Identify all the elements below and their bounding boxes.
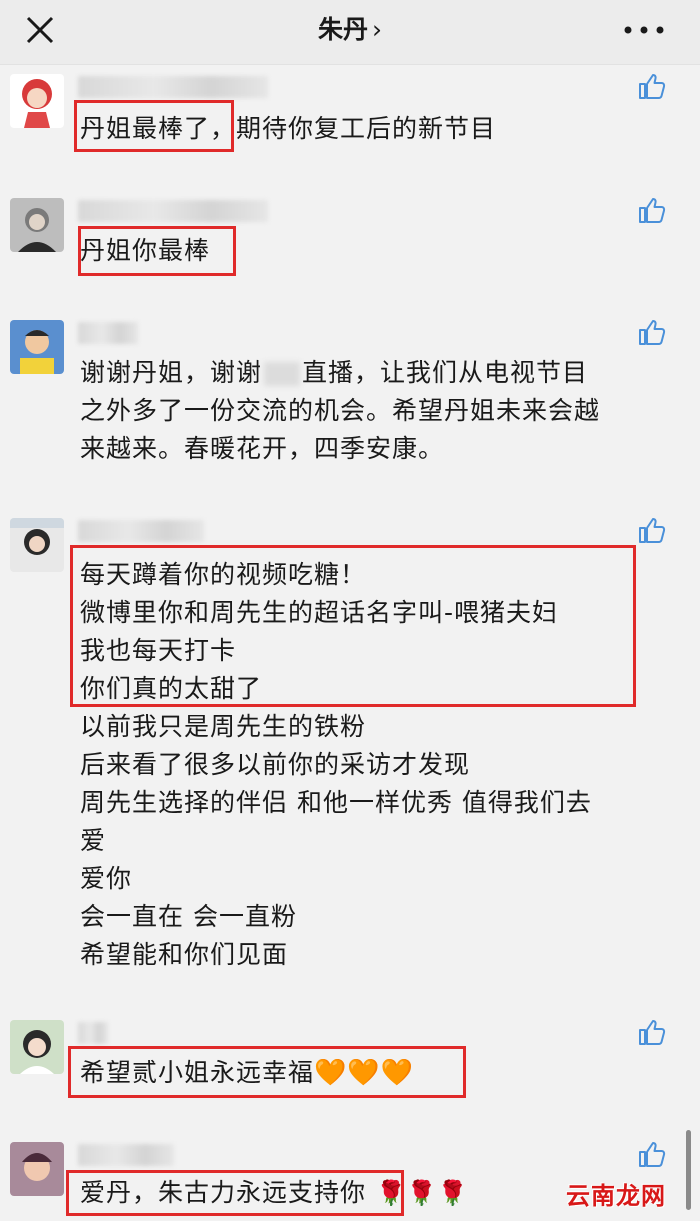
highlight-box [74, 100, 234, 152]
comment-line: 后来看了很多以前你的采访才发现 [80, 750, 471, 779]
comment-line: 希望能和你们见面 [80, 940, 289, 969]
comment-line: 爱你 [80, 864, 133, 893]
watermark: 云南龙网 [566, 1182, 666, 1210]
thumbs-up-icon[interactable] [636, 514, 668, 546]
comment-line: 周先生选择的伴侣 和他一样优秀 值得我们去 [80, 788, 592, 817]
thumbs-up-icon[interactable] [636, 70, 668, 102]
avatar[interactable] [10, 320, 64, 374]
page-title[interactable]: 朱丹 › [0, 12, 700, 48]
avatar[interactable] [10, 518, 64, 572]
highlight-box [70, 545, 636, 707]
highlight-box [78, 226, 236, 276]
blurred-username [78, 322, 138, 344]
blurred-username [78, 76, 268, 98]
thumbs-up-icon[interactable] [636, 194, 668, 226]
comment-line: 爱 [80, 826, 107, 855]
avatar[interactable] [10, 1020, 64, 1074]
thumbs-up-icon[interactable] [636, 316, 668, 348]
comment-line: 会一直在 会一直粉 [80, 902, 297, 931]
comment-text: 谢谢丹姐，谢谢 直播，让我们从电视节目 之外多了一份交流的机会。希望丹姐未来会越 … [80, 354, 600, 468]
avatar[interactable] [10, 198, 64, 252]
blurred-username [78, 1022, 108, 1044]
thumbs-up-icon[interactable] [636, 1138, 668, 1170]
comment-line: 之外多了一份交流的机会。希望丹姐未来会越 [80, 396, 601, 425]
blurred-username [78, 520, 204, 542]
chevron-right-icon: › [372, 15, 382, 44]
comment-line: 谢谢丹姐，谢谢 [80, 358, 263, 387]
blurred-username [78, 200, 268, 222]
blurred-text [264, 362, 301, 386]
title-text: 朱丹 [317, 15, 368, 44]
comment-line: 来越来。春暖花开，四季安康。 [80, 434, 445, 463]
comment-line: 以前我只是周先生的铁粉 [80, 712, 367, 741]
scrollbar[interactable] [686, 1130, 691, 1210]
highlight-box [68, 1046, 466, 1098]
top-bar: 朱丹 › [0, 0, 700, 65]
highlight-box [66, 1170, 404, 1216]
comment-line: 直播，让我们从电视节目 [302, 358, 589, 387]
more-icon[interactable] [618, 12, 670, 48]
avatar[interactable] [10, 1142, 64, 1196]
blurred-username [78, 1144, 174, 1166]
avatar[interactable] [10, 74, 64, 128]
thumbs-up-icon[interactable] [636, 1016, 668, 1048]
